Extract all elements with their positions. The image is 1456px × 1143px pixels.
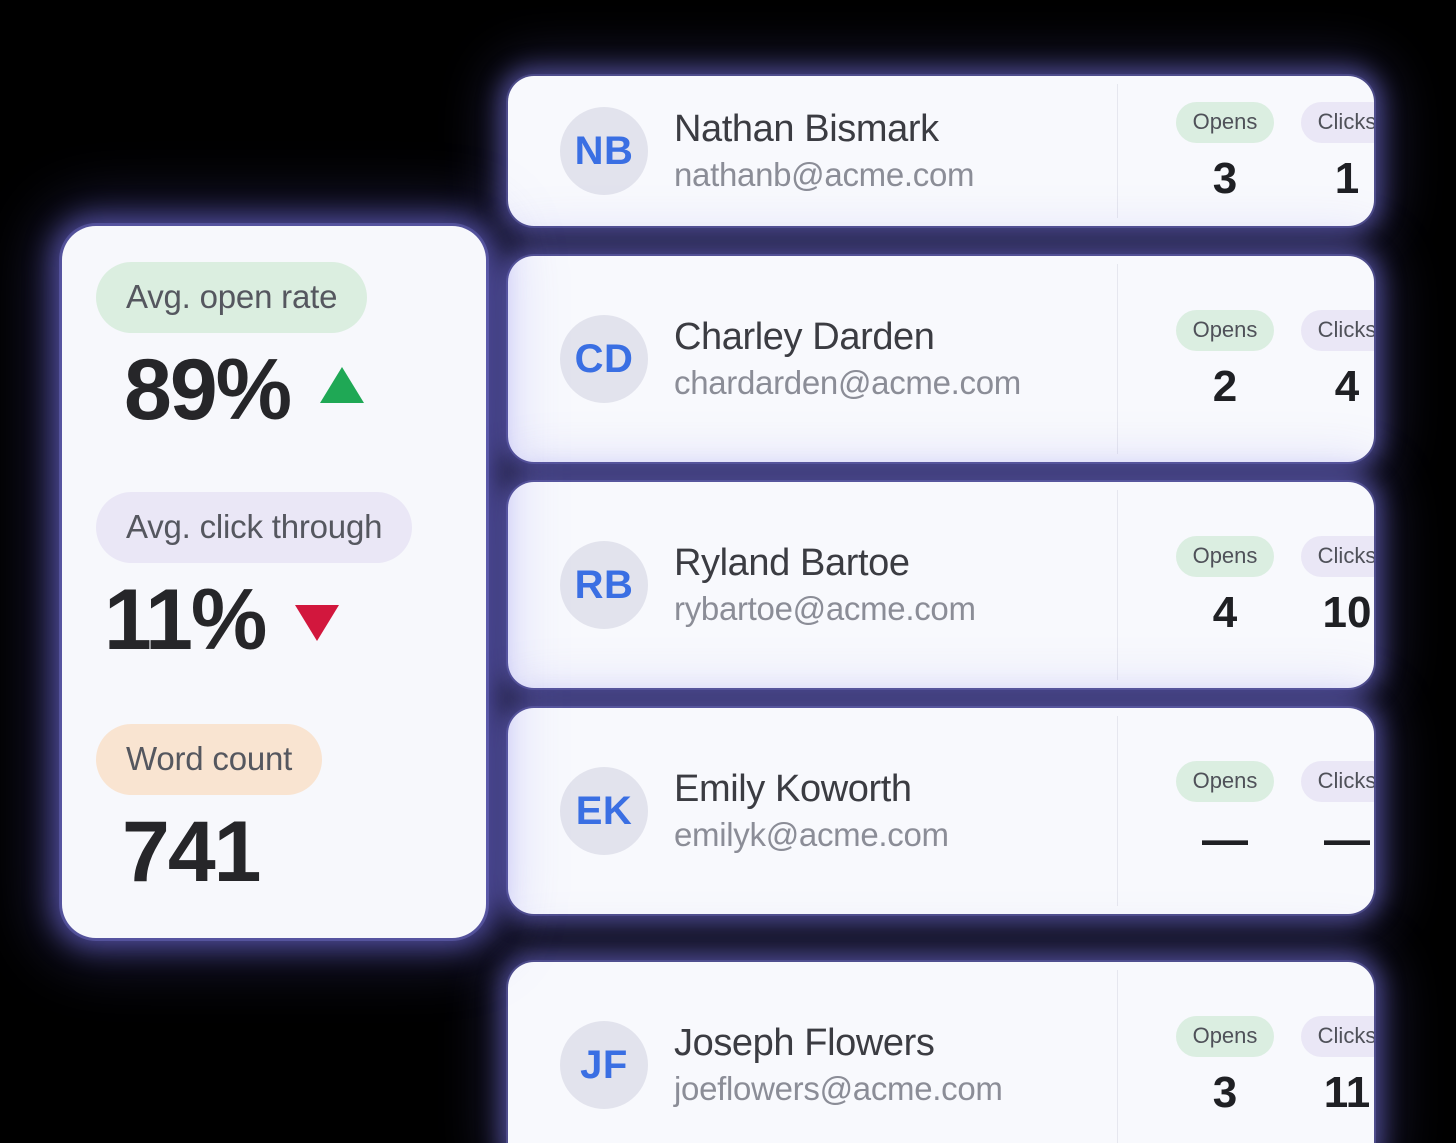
contact-row-4[interactable]: EK Emily Koworth emilyk@acme.com Opens —… [508,708,1374,914]
contact-identity: RB Ryland Bartoe rybartoe@acme.com [508,541,1120,629]
contact-row-5[interactable]: JF Joseph Flowers joeflowers@acme.com Op… [508,962,1374,1143]
contact-metrics: Opens 3 Clicks 11 [1170,1015,1374,1117]
clicks-value: 1 [1334,153,1360,203]
clicks-value: — [1324,812,1370,865]
contact-name-block: Emily Koworth emilyk@acme.com [674,767,949,855]
row-divider [1117,716,1118,906]
metric-value: 11% [104,572,267,668]
clicks-value: 10 [1322,587,1372,637]
clicks-label: Clicks [1300,101,1374,143]
avatar: JF [560,1021,648,1109]
metric-value-row: 89% [96,347,464,433]
contact-name: Charley Darden [674,316,935,359]
contact-row-3[interactable]: RB Ryland Bartoe rybartoe@acme.com Opens… [508,482,1374,688]
opens-column: Opens 3 [1170,101,1280,203]
clicks-value: 4 [1334,361,1360,411]
clicks-column: Clicks — [1292,760,1374,865]
clicks-label: Clicks [1300,1015,1374,1057]
opens-label: Opens [1175,101,1275,143]
trend-up-icon [320,367,365,403]
row-divider [1117,970,1118,1143]
opens-label: Opens [1175,309,1275,351]
avatar: EK [560,767,648,855]
contact-name-block: Charley Darden chardarden@acme.com [674,315,1021,403]
metric-label: Word count [96,724,323,795]
clicks-label: Clicks [1300,760,1374,802]
contact-email: rybartoe@acme.com [674,589,976,627]
contact-email: nathanb@acme.com [674,155,975,193]
metric-label: Avg. click through [96,492,413,563]
row-divider [1117,264,1118,454]
contact-row-2[interactable]: CD Charley Darden chardarden@acme.com Op… [508,256,1374,462]
clicks-column: Clicks 11 [1292,1015,1374,1117]
opens-column: Opens — [1170,760,1280,865]
contact-row-1[interactable]: NB Nathan Bismark nathanb@acme.com Opens… [508,76,1374,226]
opens-value: 3 [1212,153,1238,203]
metric-value: 741 [122,804,261,900]
contact-identity: EK Emily Koworth emilyk@acme.com [508,767,1120,855]
avatar: CD [560,315,648,403]
contact-name-block: Joseph Flowers joeflowers@acme.com [674,1021,1003,1109]
row-divider [1117,84,1118,218]
contact-email: emilyk@acme.com [674,815,949,853]
contact-name-block: Ryland Bartoe rybartoe@acme.com [674,541,976,629]
contact-name: Emily Koworth [674,768,912,811]
opens-column: Opens 2 [1170,309,1280,411]
contact-metrics: Opens 3 Clicks 1 [1170,101,1374,203]
clicks-label: Clicks [1300,535,1374,577]
contact-name: Ryland Bartoe [674,542,910,585]
opens-column: Opens 4 [1170,535,1280,637]
contact-metrics: Opens — Clicks — [1170,760,1374,865]
contact-name: Joseph Flowers [674,1022,935,1065]
screenshot-root: NB Nathan Bismark nathanb@acme.com Opens… [0,0,1456,1143]
opens-value: 2 [1212,361,1238,411]
opens-label: Opens [1175,760,1275,802]
metric-value-row: 11% [96,577,464,663]
contact-metrics: Opens 2 Clicks 4 [1170,309,1374,411]
clicks-label: Clicks [1300,309,1374,351]
row-divider [1117,490,1118,680]
opens-column: Opens 3 [1170,1015,1280,1117]
opens-value: — [1202,812,1248,865]
opens-label: Opens [1175,1015,1275,1057]
contact-name-block: Nathan Bismark nathanb@acme.com [674,107,975,195]
clicks-column: Clicks 10 [1292,535,1374,637]
opens-label: Opens [1175,535,1275,577]
metric-value: 89% [124,342,292,438]
clicks-column: Clicks 1 [1292,101,1374,203]
metric-word-count: Word count 741 [96,724,464,895]
clicks-column: Clicks 4 [1292,309,1374,411]
stats-panel: Avg. open rate 89% Avg. click through 11… [62,226,486,938]
contact-name: Nathan Bismark [674,108,939,151]
metric-click-through: Avg. click through 11% [96,492,464,663]
contact-identity: CD Charley Darden chardarden@acme.com [508,315,1120,403]
opens-value: 3 [1212,1067,1238,1117]
metric-value-row: 741 [96,809,464,895]
avatar: NB [560,107,648,195]
metric-open-rate: Avg. open rate 89% [96,262,464,433]
contact-metrics: Opens 4 Clicks 10 [1170,535,1374,637]
contact-identity: NB Nathan Bismark nathanb@acme.com [508,107,1120,195]
trend-down-icon [295,605,340,641]
contact-email: joeflowers@acme.com [674,1069,1003,1107]
contact-identity: JF Joseph Flowers joeflowers@acme.com [508,1021,1120,1109]
clicks-value: 11 [1323,1067,1371,1117]
metric-label: Avg. open rate [96,262,368,333]
opens-value: 4 [1212,587,1238,637]
avatar: RB [560,541,648,629]
contact-email: chardarden@acme.com [674,363,1021,401]
